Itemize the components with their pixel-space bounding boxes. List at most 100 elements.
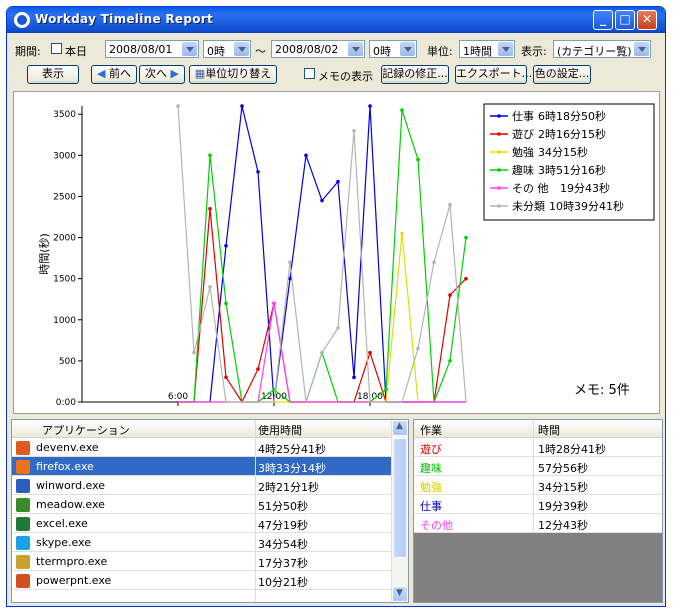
column-divider bbox=[255, 420, 256, 602]
unit-switch-button[interactable]: ▦単位切り替え bbox=[189, 65, 277, 84]
scroll-up-button[interactable]: ▲ bbox=[392, 420, 408, 436]
app-table-scrollbar[interactable]: ▲ ▼ bbox=[391, 420, 408, 602]
start-date-picker[interactable]: 2008/08/01 bbox=[105, 40, 199, 58]
start-hour-select[interactable]: 0時 bbox=[203, 40, 251, 58]
end-date-picker[interactable]: 2008/08/02 bbox=[271, 40, 365, 58]
usage-time: 51分50秒 bbox=[258, 500, 308, 513]
app-usage-table: アプリケーション 使用時間 devenv.exe 4時25分41秒 firefox.… bbox=[11, 419, 409, 603]
app-name: firefox.exe bbox=[36, 460, 94, 473]
chevron-down-icon[interactable] bbox=[400, 42, 415, 56]
powerpoint-icon bbox=[16, 574, 30, 588]
export-button[interactable]: エクスポート... bbox=[455, 65, 532, 84]
data-point bbox=[352, 128, 356, 133]
data-point bbox=[224, 301, 228, 306]
table-row[interactable]: firefox.exe 3時33分14秒 bbox=[12, 457, 394, 476]
display-select[interactable]: (カテゴリー覧) bbox=[553, 40, 651, 58]
data-point bbox=[464, 235, 468, 240]
legend-series-name: その 他 bbox=[512, 182, 549, 195]
y-tick-label: 500 bbox=[59, 357, 76, 367]
table-row[interactable]: その他 12分43秒 bbox=[414, 514, 662, 533]
memo-show-label: メモの表示 bbox=[318, 70, 373, 83]
category-table: 作業 時間 遊び 1時28分41秒 趣味 57分56秒 勉強 34分15秒 仕事 19分39秒… bbox=[413, 419, 663, 603]
table-row[interactable]: meadow.exe 51分50秒 bbox=[12, 495, 394, 514]
y-tick-label: 3000 bbox=[53, 151, 76, 161]
terminal-icon bbox=[16, 555, 30, 569]
category-table-header: 作業 時間 bbox=[414, 420, 662, 438]
series-line-3 bbox=[178, 109, 467, 403]
data-point bbox=[416, 346, 420, 351]
memo-checkbox[interactable] bbox=[304, 68, 315, 79]
usage-time: 17分37秒 bbox=[258, 557, 308, 570]
close-button[interactable]: ✕ bbox=[637, 10, 657, 30]
time-col-header[interactable]: 使用時間 bbox=[258, 422, 302, 438]
table-row[interactable]: ttermpro.exe 17分37秒 bbox=[12, 552, 394, 571]
table-row[interactable]: 勉強 34分15秒 bbox=[414, 476, 662, 495]
show-button[interactable]: 表示 bbox=[27, 65, 79, 84]
end-date-value: 2008/08/02 bbox=[275, 43, 339, 56]
app-name: powerpnt.exe bbox=[36, 574, 112, 587]
chevron-down-icon[interactable] bbox=[348, 42, 363, 56]
usage-time: 2時21分1秒 bbox=[258, 481, 319, 494]
table-row[interactable]: winword.exe 2時21分1秒 bbox=[12, 476, 394, 495]
prev-button[interactable]: ◀ 前へ bbox=[91, 65, 137, 84]
data-point bbox=[400, 231, 404, 236]
y-tick-label: 2500 bbox=[53, 192, 76, 202]
data-point bbox=[176, 104, 180, 108]
table-row[interactable]: 仕事 19分39秒 bbox=[414, 495, 662, 514]
chevron-up-icon: ▲ bbox=[396, 421, 403, 431]
category-col-header[interactable]: 作業 bbox=[420, 422, 442, 438]
legend-marker bbox=[497, 150, 501, 154]
usage-time: 47分19秒 bbox=[258, 519, 308, 532]
table-row[interactable]: devenv.exe 4時25分41秒 bbox=[12, 438, 394, 457]
scroll-thumb[interactable] bbox=[393, 438, 407, 558]
scroll-down-button[interactable]: ▼ bbox=[392, 586, 408, 602]
legend-marker bbox=[497, 204, 501, 208]
data-point bbox=[320, 198, 324, 203]
legend-series-name: 趣味 bbox=[512, 163, 534, 177]
table-row[interactable]: 趣味 57分56秒 bbox=[414, 457, 662, 476]
data-point bbox=[384, 387, 388, 392]
end-hour-select[interactable]: 0時 bbox=[369, 40, 417, 58]
unit-select[interactable]: 1時間 bbox=[459, 40, 515, 58]
edit-record-button[interactable]: 記録の修正... bbox=[381, 65, 449, 84]
legend-series-name: 未分類 bbox=[512, 200, 545, 213]
next-button[interactable]: 次へ ▶ bbox=[139, 65, 185, 84]
category-name: 趣味 bbox=[420, 462, 442, 475]
unit-switch-label: 単位切り替え bbox=[205, 67, 272, 80]
word-icon bbox=[16, 479, 30, 493]
y-axis-label: 時間(秒) bbox=[37, 233, 51, 275]
today-label: 本日 bbox=[65, 45, 87, 58]
next-label: 次へ bbox=[145, 67, 168, 80]
data-point bbox=[336, 179, 340, 184]
minimize-button[interactable]: _ bbox=[593, 10, 613, 30]
data-point bbox=[448, 293, 452, 297]
app-name: excel.exe bbox=[36, 517, 88, 530]
legend-marker bbox=[497, 168, 501, 172]
legend-series-total: 2時16分15秒 bbox=[538, 127, 606, 141]
chevron-down-icon[interactable] bbox=[498, 42, 513, 56]
timeline-chart: 0:00 500 1000 1500 2000 2500 3000 3500 6:00 12:00… bbox=[13, 91, 660, 414]
app-name: meadow.exe bbox=[36, 498, 105, 511]
chevron-down-icon[interactable] bbox=[634, 42, 649, 56]
table-row[interactable]: skype.exe 34分54秒 bbox=[12, 533, 394, 552]
data-point bbox=[240, 104, 244, 108]
x-tick-label: 6:00 bbox=[168, 392, 188, 402]
firefox-icon bbox=[16, 460, 30, 474]
chevron-down-icon[interactable] bbox=[234, 42, 249, 56]
window-title: Workday Timeline Report bbox=[35, 12, 214, 26]
table-row[interactable]: excel.exe 47分19秒 bbox=[12, 514, 394, 533]
maximize-button[interactable]: □ bbox=[615, 10, 635, 30]
action-toolbar: 表示 ◀ 前へ 次へ ▶ ▦単位切り替え メモの表示 記録の修正... エクスポ… bbox=[15, 65, 659, 85]
table-row[interactable]: 遊び 1時28分41秒 bbox=[414, 438, 662, 457]
today-checkbox[interactable] bbox=[51, 43, 62, 54]
legend-series-total: 3時51分16秒 bbox=[538, 163, 606, 177]
app-col-header[interactable]: アプリケーション bbox=[42, 422, 130, 438]
category-time: 19分39秒 bbox=[538, 500, 588, 513]
color-settings-button[interactable]: 色の設定... bbox=[533, 65, 591, 84]
category-time-col-header[interactable]: 時間 bbox=[538, 422, 560, 438]
title-bar[interactable]: Workday Timeline Report _ □ ✕ bbox=[7, 7, 665, 33]
category-name: 勉強 bbox=[420, 481, 442, 494]
chevron-down-icon[interactable] bbox=[182, 42, 197, 56]
table-row[interactable]: powerpnt.exe 10分21秒 bbox=[12, 571, 394, 590]
skype-icon bbox=[16, 536, 30, 550]
